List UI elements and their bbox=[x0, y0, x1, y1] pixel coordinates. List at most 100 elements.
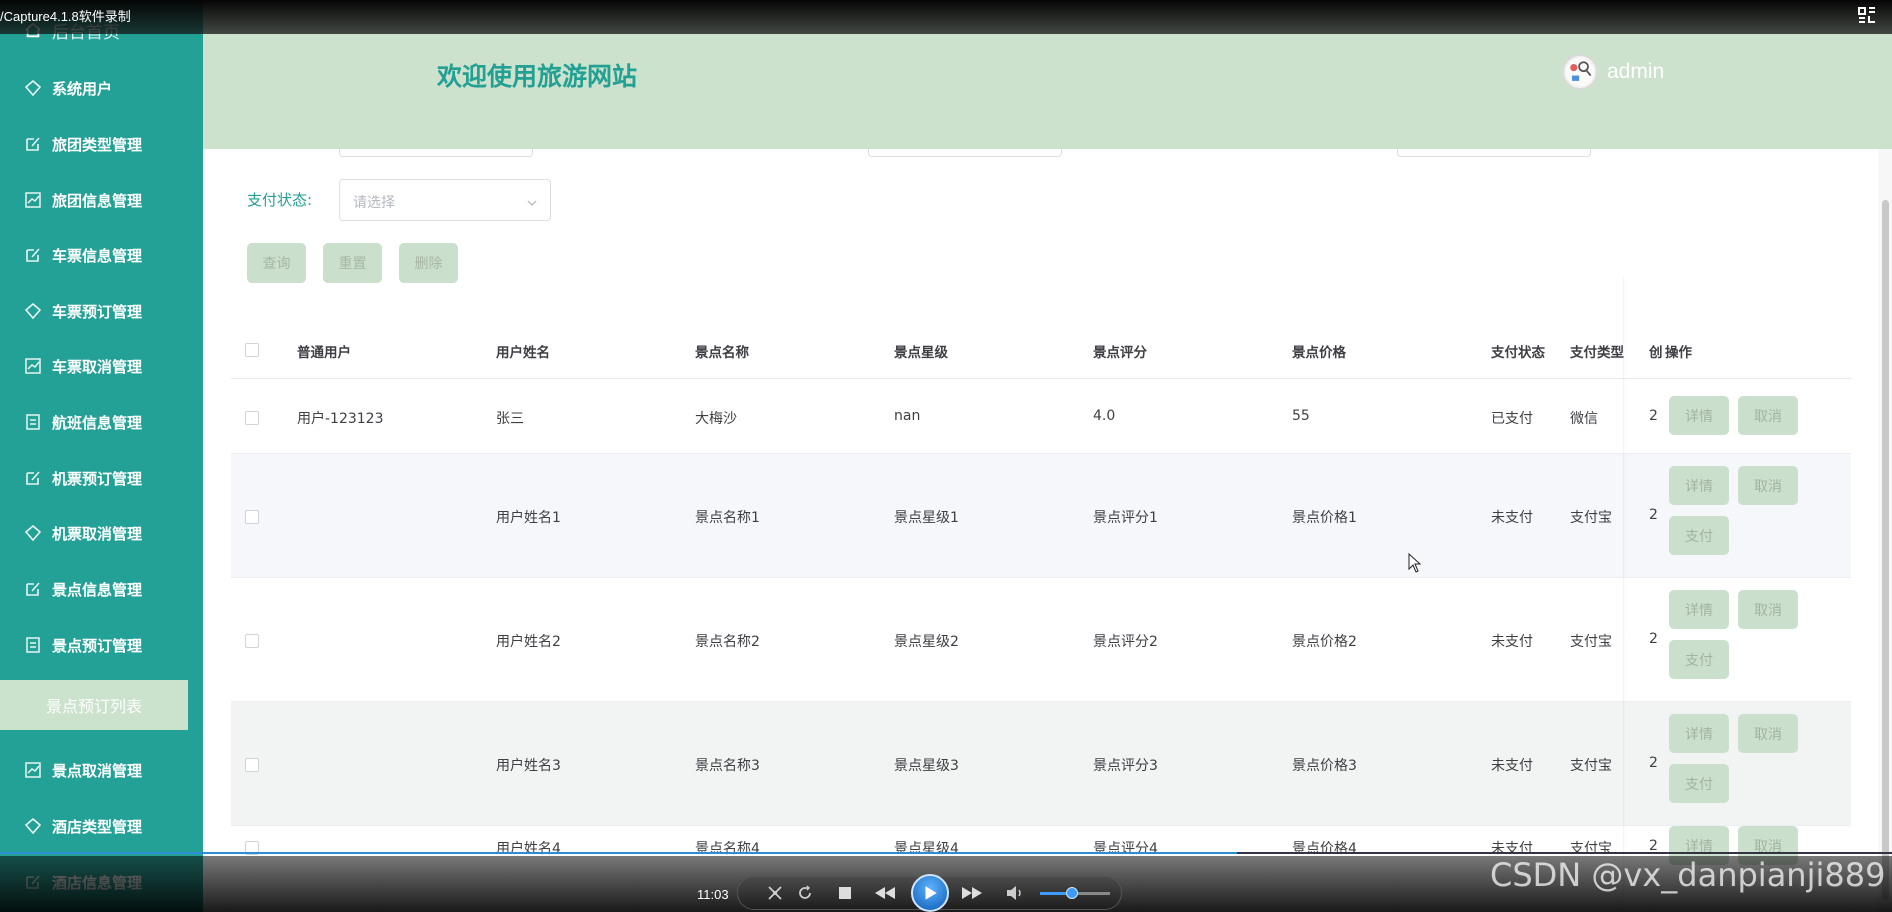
repeat-icon[interactable] bbox=[795, 884, 815, 902]
sidebar-item[interactable]: 旅团类型管理 bbox=[0, 124, 203, 164]
mouse-cursor-icon bbox=[1408, 552, 1422, 577]
cancel-button[interactable]: 取消 bbox=[1738, 466, 1798, 505]
sidebar-item[interactable]: 景点信息管理 bbox=[0, 569, 203, 609]
sidebar-item-label: 景点信息管理 bbox=[52, 580, 143, 599]
cancel-button[interactable]: 取消 bbox=[1738, 714, 1798, 753]
recorder-title: /Capture4.1.8软件录制 bbox=[0, 9, 131, 24]
cell-created: 2 bbox=[1649, 631, 1658, 647]
column-header: 创 bbox=[1649, 345, 1663, 361]
delete-button[interactable]: 删除 bbox=[399, 243, 458, 283]
document-icon bbox=[23, 412, 43, 432]
fullscreen-toggle-icon[interactable] bbox=[765, 884, 785, 902]
cell-pay-status: 未支付 bbox=[1491, 634, 1533, 650]
cell-name: 用户姓名4 bbox=[496, 841, 561, 857]
edit-icon bbox=[23, 245, 43, 265]
sidebar-item[interactable]: 景点取消管理 bbox=[0, 750, 203, 790]
row-checkbox[interactable] bbox=[245, 510, 259, 524]
details-button[interactable]: 详情 bbox=[1669, 714, 1729, 753]
query-button[interactable]: 查询 bbox=[247, 243, 306, 283]
edit-icon bbox=[23, 134, 43, 154]
sidebar-item[interactable]: 酒店类型管理 bbox=[0, 806, 203, 846]
details-button[interactable]: 详情 bbox=[1669, 590, 1729, 629]
pay-status-label: 支付状态: bbox=[247, 191, 313, 209]
diamond-icon bbox=[23, 78, 43, 98]
rewind-icon[interactable] bbox=[873, 884, 897, 902]
pay-button[interactable]: 支付 bbox=[1669, 640, 1729, 679]
sidebar-item[interactable]: 机票取消管理 bbox=[0, 513, 203, 553]
cell-pay-type: 支付宝 bbox=[1570, 758, 1612, 774]
filter-input-partial[interactable] bbox=[1397, 149, 1591, 157]
volume-icon[interactable] bbox=[1005, 884, 1025, 902]
sidebar-item-label: 机票预订管理 bbox=[52, 469, 143, 488]
select-all-checkbox[interactable] bbox=[245, 343, 259, 357]
sidebar-item[interactable]: 车票预订管理 bbox=[0, 291, 203, 331]
details-button[interactable]: 详情 bbox=[1669, 466, 1729, 505]
reset-button[interactable]: 重置 bbox=[323, 243, 382, 283]
column-header: 操作 bbox=[1665, 345, 1692, 361]
column-header: 普通用户 bbox=[297, 345, 351, 361]
cell-pay-type: 支付宝 bbox=[1570, 510, 1612, 526]
play-button[interactable] bbox=[911, 874, 949, 912]
column-header: 景点价格 bbox=[1292, 345, 1346, 361]
sidebar-item[interactable]: 航班信息管理 bbox=[0, 402, 203, 442]
sidebar-item-label: 景点取消管理 bbox=[52, 761, 143, 780]
column-header: 景点星级 bbox=[894, 345, 948, 361]
cell-price: 景点价格4 bbox=[1292, 841, 1357, 857]
cancel-button[interactable]: 取消 bbox=[1738, 396, 1798, 435]
operations-column-shadow bbox=[1623, 277, 1625, 912]
row-checkbox[interactable] bbox=[245, 411, 259, 425]
sidebar-item[interactable]: 旅团信息管理 bbox=[0, 180, 203, 220]
scrollbar-thumb[interactable] bbox=[1882, 200, 1889, 900]
fast-forward-icon[interactable] bbox=[960, 884, 984, 902]
fullscreen-icon[interactable] bbox=[1858, 7, 1876, 23]
cell-created: 2 bbox=[1649, 507, 1658, 523]
filter-input-partial[interactable] bbox=[339, 149, 533, 157]
volume-knob[interactable] bbox=[1065, 887, 1078, 899]
cell-created: 2 bbox=[1649, 408, 1658, 424]
row-checkbox[interactable] bbox=[245, 758, 259, 772]
sidebar: 后台首页 系统用户旅团类型管理旅团信息管理车票信息管理车票预订管理车票取消管理航… bbox=[0, 0, 203, 912]
watermark: CSDN @vx_danpianji889 bbox=[1490, 856, 1886, 894]
pay-status-select[interactable]: 请选择 bbox=[339, 179, 551, 221]
row-checkbox[interactable] bbox=[245, 634, 259, 648]
sidebar-subitem-spot-booking-list[interactable]: 景点预订列表 bbox=[0, 680, 188, 730]
sidebar-item[interactable]: 车票信息管理 bbox=[0, 235, 203, 275]
cell-score: 景点评分3 bbox=[1093, 758, 1158, 774]
cancel-button[interactable]: 取消 bbox=[1738, 590, 1798, 629]
details-button[interactable]: 详情 bbox=[1669, 396, 1729, 435]
sidebar-item-label: 航班信息管理 bbox=[52, 413, 143, 432]
cell-star: nan bbox=[894, 408, 921, 424]
cell-pay-status: 未支付 bbox=[1491, 758, 1533, 774]
pay-button[interactable]: 支付 bbox=[1669, 764, 1729, 803]
diamond-icon bbox=[23, 816, 43, 836]
sidebar-item[interactable]: 景点预订管理 bbox=[0, 625, 203, 665]
diamond-icon bbox=[23, 301, 43, 321]
main-content: 支付状态: 请选择 查询 重置 删除 普通用户 用户姓名 景点名称 景点星级 景点评分景… bbox=[203, 149, 1892, 912]
table-row: 用户姓名1 景点名称1 景点星级1 景点评分1 景点价格1 未支付 支付宝 2 详情 取消 支付 bbox=[231, 454, 1851, 578]
avatar[interactable] bbox=[1562, 54, 1598, 90]
cell-pay-type: 支付宝 bbox=[1570, 634, 1612, 650]
filter-input-partial[interactable] bbox=[868, 149, 1062, 157]
cell-spot: 景点名称2 bbox=[695, 634, 760, 650]
edit-icon bbox=[23, 468, 43, 488]
cell-score: 4.0 bbox=[1093, 408, 1116, 424]
sidebar-item[interactable]: 车票取消管理 bbox=[0, 346, 203, 386]
sidebar-subitem-label: 景点预订列表 bbox=[45, 697, 142, 716]
sidebar-item[interactable]: 机票预订管理 bbox=[0, 458, 203, 498]
cell-pay-status: 已支付 bbox=[1491, 411, 1533, 427]
username[interactable]: admin bbox=[1607, 60, 1664, 84]
pay-button[interactable]: 支付 bbox=[1669, 516, 1729, 555]
cell-price: 55 bbox=[1292, 408, 1310, 424]
stop-icon[interactable] bbox=[836, 884, 854, 902]
edit-icon bbox=[23, 579, 43, 599]
cell-star: 景点星级4 bbox=[894, 841, 959, 857]
cell-name: 用户姓名3 bbox=[496, 758, 561, 774]
cell-price: 景点价格2 bbox=[1292, 634, 1357, 650]
column-header: 用户姓名 bbox=[496, 345, 550, 361]
cell-price: 景点价格3 bbox=[1292, 758, 1357, 774]
cell-pay-type: 支付宝 bbox=[1570, 841, 1612, 857]
sidebar-item-label: 车票预订管理 bbox=[52, 302, 143, 321]
sidebar-item[interactable]: 系统用户 bbox=[0, 68, 203, 108]
column-header: 支付类型 bbox=[1570, 345, 1624, 361]
select-placeholder: 请选择 bbox=[353, 195, 395, 211]
